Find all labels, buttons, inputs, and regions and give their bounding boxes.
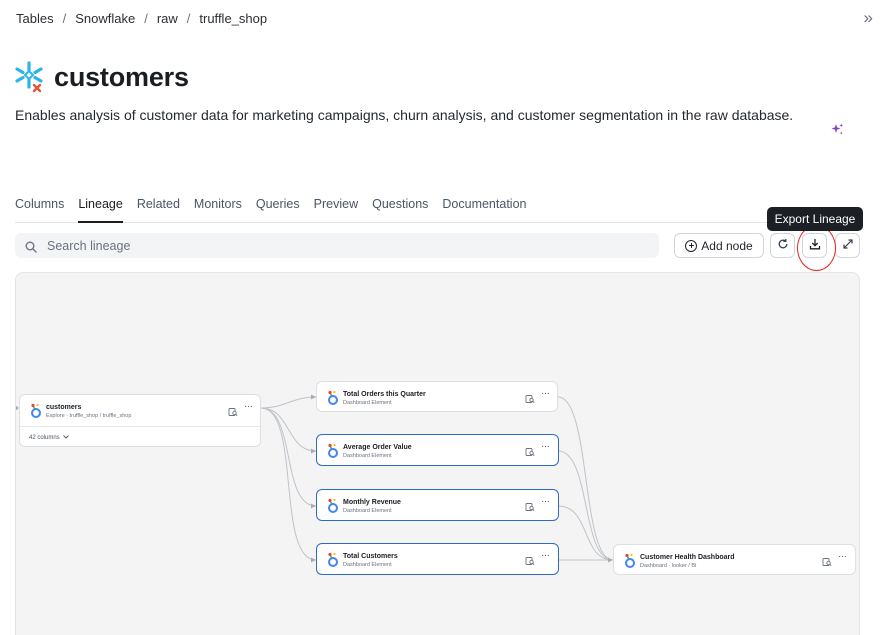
lineage-node-total-customers[interactable]: Total Customers Dashboard Element ··· bbox=[316, 543, 559, 575]
more-options-icon[interactable]: ··· bbox=[541, 388, 550, 399]
breadcrumb: Tables / Snowflake / raw / truffle_shop bbox=[16, 11, 267, 26]
columns-count: 42 columns bbox=[29, 435, 60, 441]
collapse-panel-button[interactable]: » bbox=[864, 8, 873, 28]
tab-lineage[interactable]: Lineage bbox=[78, 192, 123, 223]
node-title: Total Customers bbox=[343, 553, 398, 560]
breadcrumb-snowflake[interactable]: Snowflake bbox=[75, 11, 135, 26]
view-details-icon[interactable] bbox=[525, 499, 535, 512]
expand-icon bbox=[842, 237, 854, 255]
looker-icon bbox=[624, 553, 636, 569]
export-lineage-button[interactable] bbox=[802, 233, 827, 258]
tab-columns[interactable]: Columns bbox=[15, 192, 64, 223]
refresh-button[interactable] bbox=[770, 233, 795, 258]
lineage-node-total-orders[interactable]: Total Orders this Quarter Dashboard Elem… bbox=[316, 381, 558, 412]
add-node-label: Add node bbox=[701, 238, 753, 253]
fullscreen-button[interactable] bbox=[835, 233, 860, 258]
plus-circle-icon bbox=[685, 239, 698, 252]
node-subtitle: Dashboard Element bbox=[343, 400, 392, 406]
node-subtitle: Dashboard Element bbox=[343, 453, 392, 459]
node-subtitle: Dashboard Element bbox=[343, 508, 392, 514]
tab-bar: Columns Lineage Related Monitors Queries… bbox=[15, 192, 860, 223]
node-title: Total Orders this Quarter bbox=[343, 391, 426, 398]
export-lineage-tooltip: Export Lineage bbox=[767, 207, 863, 231]
tab-questions[interactable]: Questions bbox=[372, 192, 428, 223]
node-title: Monthly Revenue bbox=[343, 499, 401, 506]
lineage-node-monthly-revenue[interactable]: Monthly Revenue Dashboard Element ··· bbox=[316, 489, 559, 521]
search-lineage-input[interactable] bbox=[47, 238, 627, 253]
looker-icon bbox=[327, 552, 339, 568]
view-details-icon[interactable] bbox=[228, 404, 238, 417]
snowflake-icon bbox=[14, 60, 46, 94]
table-description: Enables analysis of customer data for ma… bbox=[15, 107, 794, 123]
breadcrumb-separator: / bbox=[62, 11, 67, 26]
node-title: customers bbox=[46, 404, 82, 411]
lineage-node-average-order-value[interactable]: Average Order Value Dashboard Element ··… bbox=[316, 434, 559, 466]
tab-related[interactable]: Related bbox=[137, 192, 180, 223]
tab-documentation[interactable]: Documentation bbox=[442, 192, 526, 223]
tab-preview[interactable]: Preview bbox=[314, 192, 358, 223]
page-title: customers bbox=[54, 61, 189, 92]
looker-icon bbox=[30, 403, 42, 419]
node-subtitle: Explore · truffle_shop / truffle_shop bbox=[46, 413, 132, 419]
looker-icon bbox=[327, 390, 339, 406]
more-options-icon[interactable]: ··· bbox=[838, 551, 847, 562]
node-subtitle: Dashboard · looker / BI bbox=[640, 563, 697, 569]
search-lineage-box bbox=[15, 233, 659, 258]
breadcrumb-raw[interactable]: raw bbox=[157, 11, 178, 26]
sparkle-icon[interactable] bbox=[831, 123, 844, 139]
lineage-canvas[interactable]: customers Explore · truffle_shop / truff… bbox=[15, 272, 860, 635]
page-header: customers bbox=[14, 60, 189, 94]
tab-queries[interactable]: Queries bbox=[256, 192, 300, 223]
chevron-down-icon bbox=[63, 435, 70, 441]
node-title: Customer Health Dashboard bbox=[640, 554, 735, 561]
refresh-icon bbox=[777, 237, 789, 255]
add-node-button[interactable]: Add node bbox=[674, 233, 764, 258]
lineage-node-customers[interactable]: customers Explore · truffle_shop / truff… bbox=[19, 394, 261, 447]
more-options-icon[interactable]: ··· bbox=[541, 441, 550, 452]
breadcrumb-tables[interactable]: Tables bbox=[16, 11, 54, 26]
breadcrumb-truffle-shop[interactable]: truffle_shop bbox=[199, 11, 267, 26]
looker-icon bbox=[327, 443, 339, 459]
view-details-icon[interactable] bbox=[525, 553, 535, 566]
download-icon bbox=[809, 237, 821, 255]
more-options-icon[interactable]: ··· bbox=[541, 496, 550, 507]
tab-monitors[interactable]: Monitors bbox=[194, 192, 242, 223]
looker-icon bbox=[327, 498, 339, 514]
more-options-icon[interactable]: ··· bbox=[244, 401, 253, 412]
view-details-icon[interactable] bbox=[822, 554, 832, 567]
view-details-icon[interactable] bbox=[525, 391, 535, 404]
view-details-icon[interactable] bbox=[525, 444, 535, 457]
breadcrumb-separator: / bbox=[186, 11, 191, 26]
breadcrumb-separator: / bbox=[144, 11, 148, 26]
more-options-icon[interactable]: ··· bbox=[541, 550, 550, 561]
columns-toggle[interactable]: 42 columns bbox=[20, 426, 260, 447]
node-subtitle: Dashboard Element bbox=[343, 562, 392, 568]
node-title: Average Order Value bbox=[343, 444, 412, 451]
lineage-node-customer-health-dashboard[interactable]: Customer Health Dashboard Dashboard · lo… bbox=[613, 544, 856, 575]
search-icon bbox=[25, 240, 37, 253]
